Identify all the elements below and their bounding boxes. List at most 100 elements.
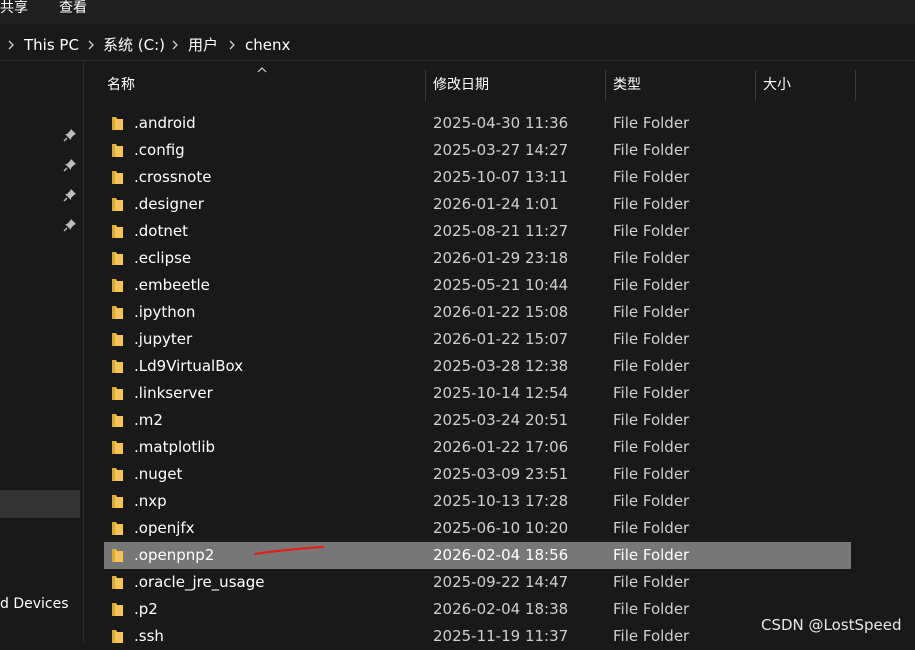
breadcrumb-this-pc[interactable]: This PC: [24, 37, 79, 54]
file-row[interactable]: .matplotlib 2026-01-22 17:06 File Folder: [104, 434, 851, 461]
pin-icon[interactable]: [63, 128, 77, 142]
pin-icon[interactable]: [63, 218, 77, 232]
file-name: .crossnote: [134, 168, 212, 186]
file-row[interactable]: .crossnote 2025-10-07 13:11 File Folder: [104, 164, 851, 191]
file-modified-date: 2025-10-07 13:11: [433, 168, 569, 186]
pin-icon[interactable]: [63, 158, 77, 172]
file-row[interactable]: .ipython 2026-01-22 15:08 File Folder: [104, 299, 851, 326]
file-name: .designer: [134, 195, 204, 213]
file-name: .embeetle: [134, 276, 210, 294]
column-divider[interactable]: [425, 70, 426, 101]
folder-icon: [112, 144, 123, 157]
file-name: .matplotlib: [134, 438, 216, 456]
file-modified-date: 2025-11-19 11:37: [433, 627, 569, 645]
file-name: .linkserver: [134, 384, 213, 402]
file-modified-date: 2026-01-24 1:01: [433, 195, 559, 213]
file-name: .nxp: [134, 492, 167, 510]
file-modified-date: 2025-03-09 23:51: [433, 465, 569, 483]
pane-divider[interactable]: [83, 61, 84, 642]
file-type: File Folder: [613, 492, 690, 510]
file-modified-date: 2025-10-13 17:28: [433, 492, 569, 510]
file-modified-date: 2025-04-30 11:36: [433, 114, 569, 132]
file-type: File Folder: [613, 249, 690, 267]
nav-item-selected[interactable]: [0, 490, 80, 518]
nav-item-devices[interactable]: d Devices: [0, 596, 69, 613]
ribbon-tabs: 共享 查看: [0, 0, 915, 24]
breadcrumb-chenx[interactable]: chenx: [245, 37, 290, 54]
breadcrumb-system-drive[interactable]: 系统 (C:): [103, 37, 165, 54]
folder-icon: [112, 306, 123, 319]
file-row[interactable]: .nxp 2025-10-13 17:28 File Folder: [104, 488, 851, 515]
column-header-modified[interactable]: 修改日期: [433, 77, 489, 94]
folder-icon: [112, 225, 123, 238]
folder-icon: [112, 603, 123, 616]
file-modified-date: 2025-06-10 10:20: [433, 519, 569, 537]
column-header-size[interactable]: 大小: [763, 77, 791, 94]
file-name: .ipython: [134, 303, 196, 321]
file-modified-date: 2026-01-22 15:07: [433, 330, 569, 348]
file-modified-date: 2025-10-14 12:54: [433, 384, 569, 402]
column-header-type[interactable]: 类型: [613, 77, 641, 94]
tab-share[interactable]: 共享: [0, 0, 28, 17]
folder-icon: [112, 468, 123, 481]
file-type: File Folder: [613, 276, 690, 294]
breadcrumb-users[interactable]: 用户: [188, 37, 218, 54]
file-row[interactable]: .designer 2026-01-24 1:01 File Folder: [104, 191, 851, 218]
file-name: .m2: [134, 411, 163, 429]
file-row[interactable]: .config 2025-03-27 14:27 File Folder: [104, 137, 851, 164]
file-modified-date: 2026-01-29 23:18: [433, 249, 569, 267]
file-modified-date: 2026-02-04 18:56: [433, 546, 569, 564]
folder-icon: [112, 360, 123, 373]
file-modified-date: 2026-01-22 15:08: [433, 303, 569, 321]
chevron-right-icon[interactable]: [86, 38, 96, 52]
file-type: File Folder: [613, 438, 690, 456]
file-name: .nuget: [134, 465, 183, 483]
file-row[interactable]: .ssh 2025-11-19 11:37 File Folder: [104, 623, 851, 650]
file-name: .android: [134, 114, 196, 132]
file-type: File Folder: [613, 411, 690, 429]
file-row[interactable]: .openpnp2 2026-02-04 18:56 File Folder: [104, 542, 851, 569]
column-divider[interactable]: [755, 70, 756, 101]
folder-icon: [112, 171, 123, 184]
file-type: File Folder: [613, 546, 690, 564]
column-header-name[interactable]: 名称: [107, 77, 135, 94]
file-row[interactable]: .nuget 2025-03-09 23:51 File Folder: [104, 461, 851, 488]
file-name: .openpnp2: [134, 546, 215, 564]
navigation-pane: [0, 61, 80, 642]
file-type: File Folder: [613, 627, 690, 645]
file-modified-date: 2025-05-21 10:44: [433, 276, 569, 294]
pin-icon[interactable]: [63, 188, 77, 202]
file-name: .ssh: [134, 627, 164, 645]
folder-icon: [112, 117, 123, 130]
file-row[interactable]: .embeetle 2025-05-21 10:44 File Folder: [104, 272, 851, 299]
file-row[interactable]: .openjfx 2025-06-10 10:20 File Folder: [104, 515, 851, 542]
file-row[interactable]: .android 2025-04-30 11:36 File Folder: [104, 110, 851, 137]
folder-icon: [112, 414, 123, 427]
file-name: .openjfx: [134, 519, 195, 537]
file-type: File Folder: [613, 303, 690, 321]
file-modified-date: 2025-08-21 11:27: [433, 222, 569, 240]
folder-icon: [112, 279, 123, 292]
file-name: .jupyter: [134, 330, 193, 348]
folder-icon: [112, 495, 123, 508]
chevron-right-icon[interactable]: [227, 38, 237, 52]
column-divider[interactable]: [605, 70, 606, 101]
file-row[interactable]: .p2 2026-02-04 18:38 File Folder: [104, 596, 851, 623]
file-row[interactable]: .m2 2025-03-24 20:51 File Folder: [104, 407, 851, 434]
file-type: File Folder: [613, 357, 690, 375]
tab-view[interactable]: 查看: [59, 0, 87, 17]
file-row[interactable]: .linkserver 2025-10-14 12:54 File Folder: [104, 380, 851, 407]
file-row[interactable]: .Ld9VirtualBox 2025-03-28 12:38 File Folde…: [104, 353, 851, 380]
file-row[interactable]: .jupyter 2026-01-22 15:07 File Folder: [104, 326, 851, 353]
file-name: .dotnet: [134, 222, 188, 240]
column-divider[interactable]: [855, 70, 856, 101]
chevron-right-icon[interactable]: [6, 38, 16, 52]
file-modified-date: 2026-02-04 18:38: [433, 600, 569, 618]
file-row[interactable]: .eclipse 2026-01-29 23:18 File Folder: [104, 245, 851, 272]
file-type: File Folder: [613, 519, 690, 537]
file-type: File Folder: [613, 384, 690, 402]
chevron-right-icon[interactable]: [170, 38, 180, 52]
file-type: File Folder: [613, 141, 690, 159]
file-row[interactable]: .dotnet 2025-08-21 11:27 File Folder: [104, 218, 851, 245]
file-row[interactable]: .oracle_jre_usage 2025-09-22 14:47 File Fo…: [104, 569, 851, 596]
